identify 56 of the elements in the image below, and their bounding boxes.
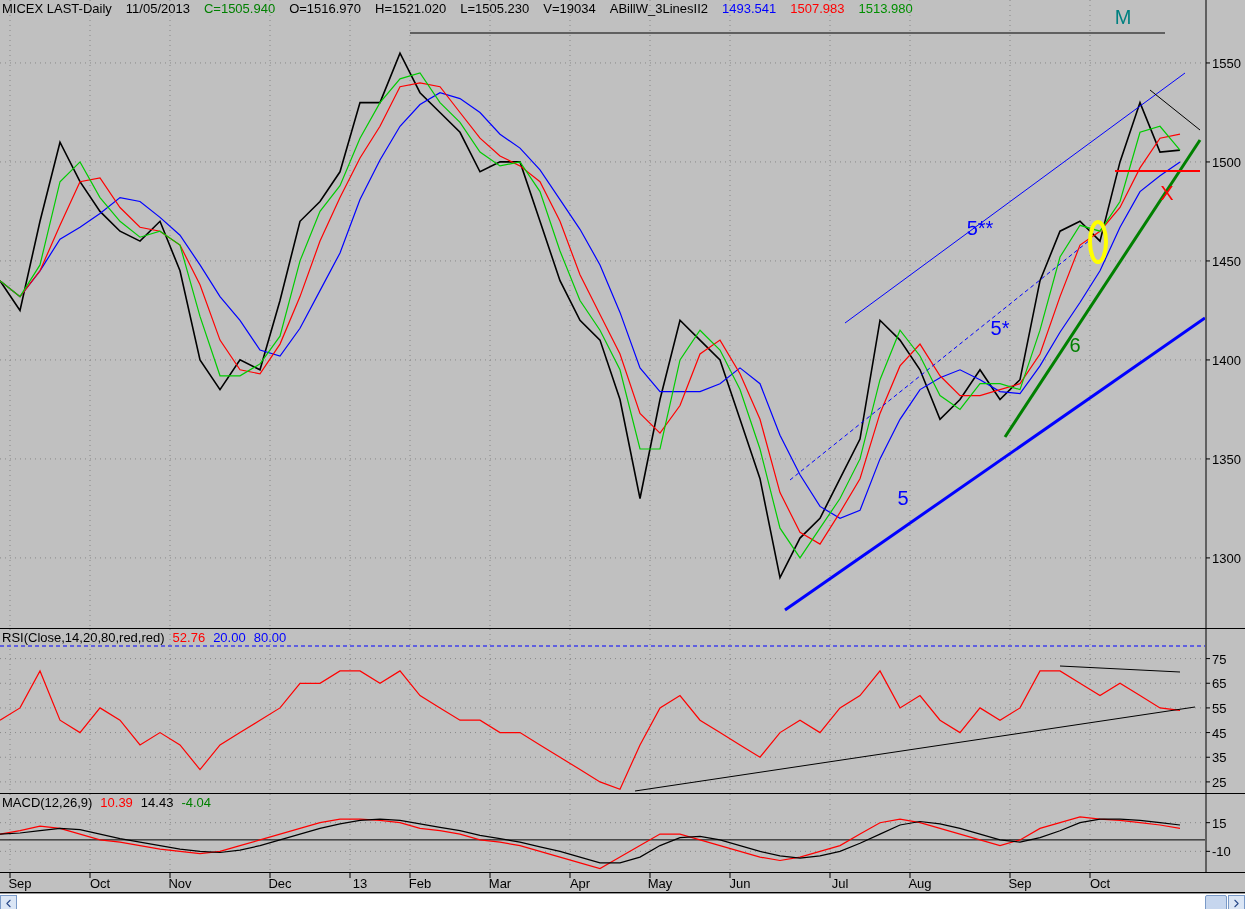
month-label: Apr [569,876,591,891]
indicator-label: -4.04 [181,795,212,810]
month-label: Jul [831,876,849,891]
scrollbar-thumb[interactable] [1205,895,1227,909]
annotation-label: 6 [1069,334,1081,356]
axis-tick-label: 15 [1212,815,1227,831]
highlight-ellipse [1088,220,1108,264]
indicator-label: 10.39 [100,795,133,810]
scroll-left-button[interactable] [0,895,17,909]
axis-tick-label: 1450 [1212,253,1241,269]
indicator-label: H=1521.020 [375,1,447,16]
month-label: Mar [488,876,512,891]
annotation-label: M [1114,6,1132,28]
axis-tick-label: 35 [1212,750,1227,766]
month-label: Oct [89,876,111,891]
month-label: Feb [408,876,432,891]
annotation-label: 5 [897,487,909,509]
indicator-label: V=19034 [543,1,596,16]
indicator-label: RSI(Close,14,20,80,red,red) [2,630,165,645]
month-label: May [647,876,673,891]
axis-tick-label: 65 [1212,676,1227,692]
indicator-label: MACD(12,26,9) [2,795,93,810]
indicator-label: 14.43 [140,795,174,810]
axis-tick-label: 1350 [1212,451,1241,467]
axis-tick-label: 1300 [1212,550,1241,566]
month-label: Dec [268,876,292,891]
month-label: Nov [168,876,192,891]
indicator-label: 1513.980 [858,1,913,16]
indicator-label: 80.00 [253,630,287,645]
indicator-label: O=1516.970 [289,1,362,16]
indicator-label: C=1505.940 [203,1,276,16]
axis-tick-label: 1400 [1212,352,1241,368]
axis-tick-label: 25 [1212,774,1227,790]
axis-tick-label: 1550 [1212,55,1241,71]
axis-tick-label: 55 [1212,700,1227,716]
month-label: Jun [729,876,751,891]
indicator-label: ABillW_3LinesII2 [609,1,708,16]
indicator-label: 1493.541 [722,1,777,16]
indicator-label: 52.76 [172,630,206,645]
indicator-label: 20.00 [213,630,246,645]
axis-tick-label: -10 [1212,844,1231,860]
month-label: Sep [1008,876,1032,891]
axis-tick-label: 75 [1212,651,1227,667]
month-label: Aug [908,876,932,891]
month-label: Sep [8,876,32,891]
axis-tick-label: 45 [1212,725,1227,741]
month-label: 13 [352,876,368,891]
indicator-label: 11/05/2013 [125,1,190,16]
month-label: Oct [1089,876,1111,891]
annotation-label: 5* [990,317,1010,339]
indicator-label: L=1505.230 [460,1,530,16]
indicator-label: MICEX LAST-Daily [2,1,112,16]
scroll-right-button[interactable] [1228,895,1245,909]
axis-tick-label: 1500 [1212,154,1241,170]
horizontal-scrollbar[interactable] [0,893,1245,909]
indicator-label: 1507.983 [790,1,845,16]
